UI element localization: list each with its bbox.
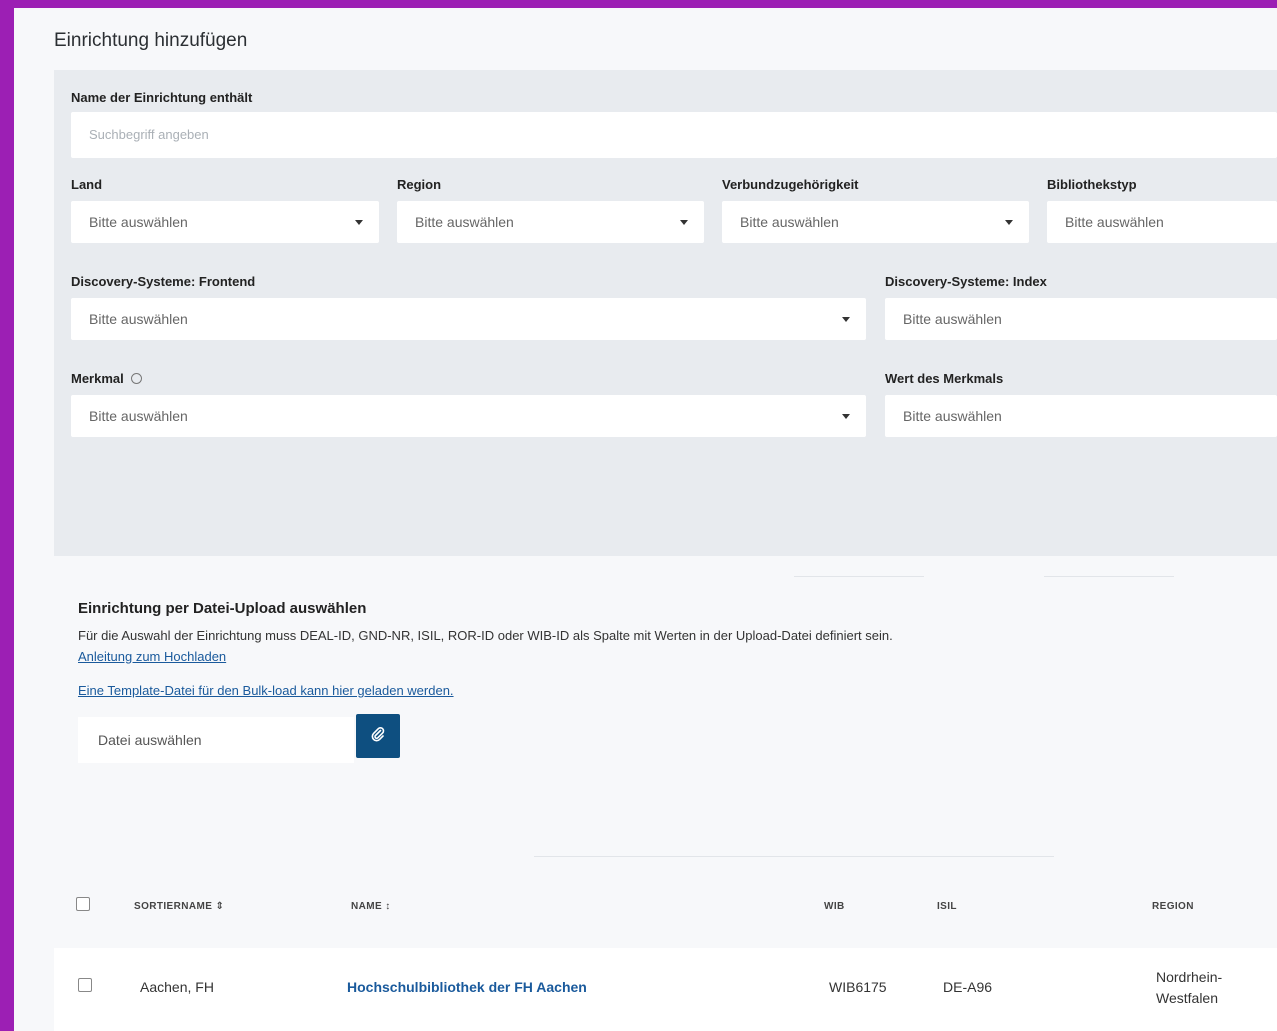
row-wib: WIB6175 bbox=[829, 979, 887, 995]
upload-description: Für die Auswahl der Einrichtung muss DEA… bbox=[78, 628, 893, 643]
upload-title: Einrichtung per Datei-Upload auswählen bbox=[78, 600, 367, 617]
chevron-down-icon bbox=[842, 414, 850, 419]
verbund-select[interactable]: Bitte auswählen bbox=[722, 201, 1029, 243]
discovery-frontend-select[interactable]: Bitte auswählen bbox=[71, 298, 866, 340]
filter-panel: Name der Einrichtung enthält Suchbegriff… bbox=[54, 70, 1277, 556]
name-search-input[interactable]: Suchbegriff angeben bbox=[71, 112, 1277, 158]
region-select[interactable]: Bitte auswählen bbox=[397, 201, 704, 243]
upload-guide-link[interactable]: Anleitung zum Hochladen bbox=[78, 649, 226, 664]
paperclip-icon bbox=[370, 726, 386, 747]
merkmal-select-value: Bitte auswählen bbox=[89, 408, 188, 424]
merkmal-select[interactable]: Bitte auswählen bbox=[71, 395, 866, 437]
discovery-index-value: Bitte auswählen bbox=[903, 311, 1002, 327]
row-checkbox[interactable] bbox=[78, 978, 92, 992]
file-select-placeholder: Datei auswählen bbox=[98, 732, 202, 748]
name-column-header[interactable]: NAME ↕ bbox=[351, 901, 391, 912]
template-download-link[interactable]: Eine Template-Datei für den Bulk-load ka… bbox=[78, 683, 454, 698]
wert-select[interactable]: Bitte auswählen bbox=[885, 395, 1277, 437]
bibliothekstyp-label: Bibliothekstyp bbox=[1047, 177, 1137, 192]
verbund-label: Verbundzugehörigkeit bbox=[722, 177, 859, 192]
discovery-frontend-label: Discovery-Systeme: Frontend bbox=[71, 274, 256, 289]
row-sortname: Aachen, FH bbox=[140, 979, 214, 995]
discovery-index-label: Discovery-Systeme: Index bbox=[885, 274, 1047, 289]
info-icon[interactable] bbox=[131, 373, 143, 384]
land-label: Land bbox=[71, 177, 103, 192]
bibliothekstyp-select-value: Bitte auswählen bbox=[1065, 214, 1164, 230]
merkmal-label: Merkmal bbox=[71, 371, 143, 386]
main-frame: Einrichtung hinzufügen Name der Einricht… bbox=[14, 8, 1277, 1031]
page-title: Einrichtung hinzufügen bbox=[54, 30, 248, 51]
verbund-select-value: Bitte auswählen bbox=[740, 214, 839, 230]
land-select-value: Bitte auswählen bbox=[89, 214, 188, 230]
divider bbox=[794, 576, 924, 577]
region-label: Region bbox=[397, 177, 442, 192]
row-name-link[interactable]: Hochschulbibliothek der FH Aachen bbox=[347, 979, 587, 995]
chevron-down-icon bbox=[1005, 220, 1013, 225]
discovery-index-select[interactable]: Bitte auswählen bbox=[885, 298, 1277, 340]
chevron-down-icon bbox=[680, 220, 688, 225]
isil-column-header: ISIL bbox=[937, 901, 957, 912]
wert-label: Wert des Merkmals bbox=[885, 371, 1004, 386]
table-row: Aachen, FH Hochschulbibliothek der FH Aa… bbox=[54, 948, 1277, 1031]
divider bbox=[1044, 576, 1174, 577]
row-isil: DE-A96 bbox=[943, 979, 993, 995]
name-search-placeholder: Suchbegriff angeben bbox=[89, 127, 209, 142]
bibliothekstyp-select[interactable]: Bitte auswählen bbox=[1047, 201, 1277, 243]
chevron-down-icon bbox=[842, 317, 850, 322]
file-select-input[interactable]: Datei auswählen bbox=[78, 717, 354, 763]
merkmal-label-text: Merkmal bbox=[71, 371, 124, 386]
land-select[interactable]: Bitte auswählen bbox=[71, 201, 379, 243]
row-region-line2: Westfalen bbox=[1156, 990, 1218, 1006]
name-label: Name der Einrichtung enthält bbox=[71, 90, 253, 105]
wib-column-header: WIB bbox=[824, 901, 845, 912]
select-all-checkbox[interactable] bbox=[76, 897, 90, 911]
attach-file-button[interactable] bbox=[356, 714, 400, 758]
row-region-line1: Nordrhein- bbox=[1156, 969, 1223, 985]
region-select-value: Bitte auswählen bbox=[415, 214, 514, 230]
sortname-column-header[interactable]: SORTIERNAME ⇕ bbox=[134, 901, 224, 912]
discovery-frontend-value: Bitte auswählen bbox=[89, 311, 188, 327]
row-region: Nordrhein- Westfalen bbox=[1156, 967, 1222, 1009]
region-column-header: REGION bbox=[1152, 901, 1194, 912]
wert-select-value: Bitte auswählen bbox=[903, 408, 1002, 424]
divider bbox=[534, 856, 1054, 857]
chevron-down-icon bbox=[355, 220, 363, 225]
